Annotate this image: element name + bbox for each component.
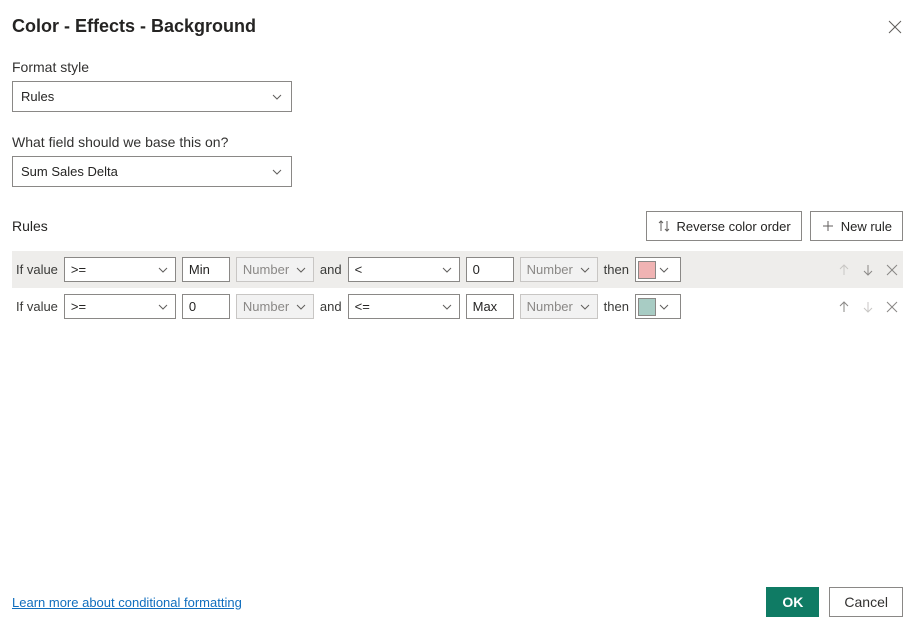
plus-icon [821, 219, 835, 233]
format-style-label: Format style [12, 59, 903, 75]
new-rule-label: New rule [841, 219, 892, 234]
color-swatch [638, 298, 656, 316]
delete-rule-icon[interactable] [885, 263, 899, 277]
chevron-down-icon [271, 91, 283, 103]
chevron-down-icon [157, 264, 169, 276]
rules-list: If value >= Min Number and < 0 Number th… [12, 251, 903, 325]
rule-type-2-select[interactable]: Number [520, 257, 598, 282]
reverse-color-order-label: Reverse color order [677, 219, 791, 234]
rule-operator-2-value: <= [355, 299, 370, 314]
rule-type-2-value: Number [527, 262, 573, 277]
swap-vertical-icon [657, 219, 671, 233]
delete-rule-icon[interactable] [885, 300, 899, 314]
ok-button[interactable]: OK [766, 587, 819, 617]
rule-value-2: 0 [473, 262, 480, 277]
move-down-icon[interactable] [861, 263, 875, 277]
chevron-down-icon [441, 264, 453, 276]
new-rule-button[interactable]: New rule [810, 211, 903, 241]
rule-value-1: 0 [189, 299, 196, 314]
rule-type-1-value: Number [243, 262, 289, 277]
field-dropdown[interactable]: Sum Sales Delta [12, 156, 292, 187]
rules-label: Rules [12, 218, 48, 234]
rule-operator-1-select[interactable]: >= [64, 294, 176, 319]
learn-more-link[interactable]: Learn more about conditional formatting [12, 595, 242, 610]
chevron-down-icon [295, 264, 307, 276]
rule-type-2-select[interactable]: Number [520, 294, 598, 319]
rule-value-1: Min [189, 262, 210, 277]
format-style-dropdown[interactable]: Rules [12, 81, 292, 112]
then-label: then [604, 299, 629, 314]
rule-value-2-input[interactable]: Max [466, 294, 514, 319]
chevron-down-icon [295, 301, 307, 313]
field-value: Sum Sales Delta [21, 164, 118, 179]
then-label: then [604, 262, 629, 277]
chevron-down-icon [441, 301, 453, 313]
chevron-down-icon [157, 301, 169, 313]
rule-value-1-input[interactable]: 0 [182, 294, 230, 319]
rule-operator-1-value: >= [71, 299, 86, 314]
reverse-color-order-button[interactable]: Reverse color order [646, 211, 802, 241]
close-icon[interactable] [887, 19, 903, 35]
chevron-down-icon [579, 301, 591, 313]
if-value-label: If value [16, 299, 58, 314]
chevron-down-icon [658, 301, 670, 313]
and-label: and [320, 262, 342, 277]
rule-value-2: Max [473, 299, 498, 314]
if-value-label: If value [16, 262, 58, 277]
rule-operator-2-select[interactable]: < [348, 257, 460, 282]
rule-type-1-select[interactable]: Number [236, 257, 314, 282]
dialog-title: Color - Effects - Background [12, 16, 256, 37]
rule-operator-1-value: >= [71, 262, 86, 277]
cancel-button[interactable]: Cancel [829, 587, 903, 617]
move-up-icon[interactable] [837, 300, 851, 314]
rule-value-2-input[interactable]: 0 [466, 257, 514, 282]
rule-operator-2-select[interactable]: <= [348, 294, 460, 319]
rule-color-picker[interactable] [635, 257, 681, 282]
chevron-down-icon [271, 166, 283, 178]
rule-value-1-input[interactable]: Min [182, 257, 230, 282]
rule-type-2-value: Number [527, 299, 573, 314]
rule-operator-1-select[interactable]: >= [64, 257, 176, 282]
format-style-value: Rules [21, 89, 54, 104]
chevron-down-icon [658, 264, 670, 276]
move-down-icon [861, 300, 875, 314]
rule-color-picker[interactable] [635, 294, 681, 319]
rule-row[interactable]: If value >= 0 Number and <= Max Number t… [12, 288, 903, 325]
rule-type-1-select[interactable]: Number [236, 294, 314, 319]
chevron-down-icon [579, 264, 591, 276]
rule-row[interactable]: If value >= Min Number and < 0 Number th… [12, 251, 903, 288]
color-swatch [638, 261, 656, 279]
and-label: and [320, 299, 342, 314]
rule-type-1-value: Number [243, 299, 289, 314]
field-label: What field should we base this on? [12, 134, 903, 150]
move-up-icon [837, 263, 851, 277]
rule-operator-2-value: < [355, 262, 363, 277]
